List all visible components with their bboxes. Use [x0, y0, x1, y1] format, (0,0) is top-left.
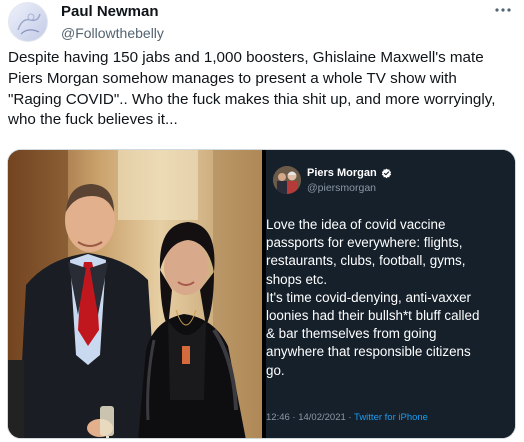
embedded-tweet-text: Love the idea of covid vaccine passports… [266, 217, 480, 378]
event-photo-illustration [8, 150, 262, 438]
tweet-media[interactable]: Piers Morgan @piersmorgan Love the idea … [7, 149, 516, 439]
tweet-card[interactable]: Paul Newman @Followthebelly Despite havi… [0, 0, 524, 442]
user-handle[interactable]: @Followthebelly [61, 24, 164, 42]
verified-badge-icon [381, 168, 391, 179]
more-options-button[interactable] [492, 2, 514, 18]
embedded-handle: @piersmorgan [307, 182, 377, 194]
embedded-tweet-screenshot[interactable]: Piers Morgan @piersmorgan Love the idea … [266, 150, 515, 438]
event-photo[interactable] [8, 150, 262, 438]
embedded-tweet-footer: 12:46 · 14/02/2021 · Twitter for iPhone [266, 412, 428, 424]
embedded-timestamp: 12:46 · 14/02/2021 · [266, 412, 355, 423]
tweet-text: Despite having 150 jabs and 1,000 booste… [8, 49, 496, 129]
more-horizontal-icon [495, 8, 511, 12]
embedded-name-row: Piers Morgan [307, 167, 392, 180]
embedded-avatar-photo-icon [273, 166, 301, 194]
embedded-display-name: Piers Morgan [307, 167, 377, 179]
avatar-sketch-icon [17, 13, 41, 35]
user-avatar[interactable] [8, 2, 48, 42]
user-display-name[interactable]: Paul Newman [61, 3, 164, 21]
user-info: Paul Newman @Followthebelly [61, 3, 164, 42]
embedded-source: Twitter for iPhone [354, 412, 428, 423]
embedded-avatar [273, 166, 301, 194]
